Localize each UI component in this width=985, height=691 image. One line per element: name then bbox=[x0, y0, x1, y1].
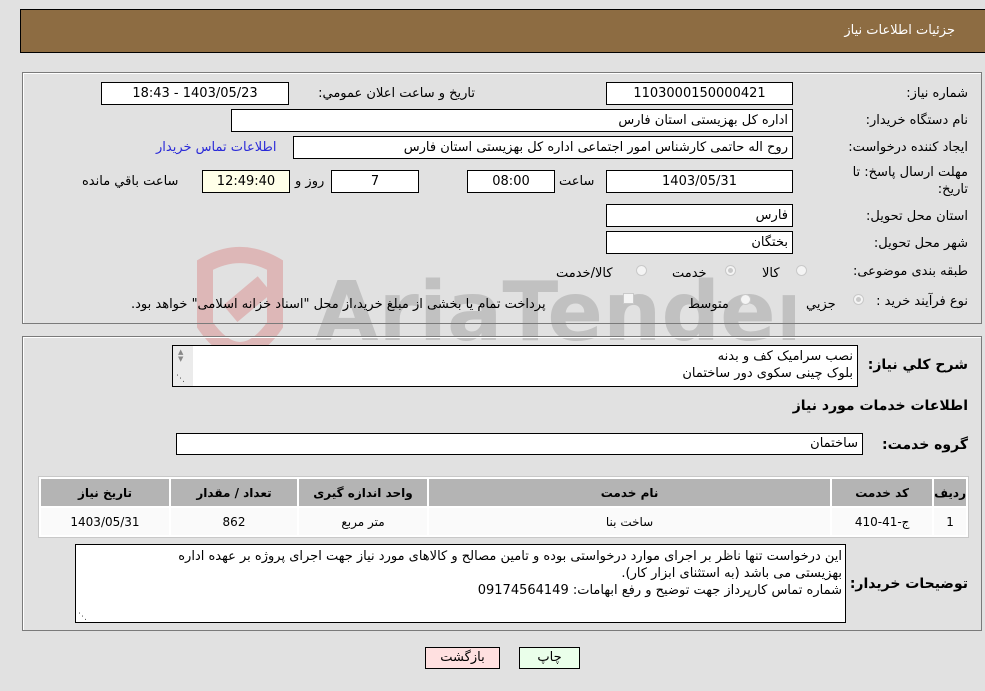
deadline-label: مهلت ارسال پاسخ: تا bbox=[852, 165, 968, 180]
scroll-up-down-icon: ▲ ▼ bbox=[178, 348, 184, 363]
delivery-city-label: شهر محل تحویل: bbox=[873, 236, 968, 251]
need-number-label: شماره نیاز: bbox=[906, 86, 968, 101]
cell-unit: متر مربع bbox=[299, 508, 427, 535]
deadline-time-field: 08:00 bbox=[467, 170, 555, 193]
table-row: 1 ج-41-410 ساخت بنا متر مربع 862 1403/05… bbox=[41, 508, 966, 535]
buyer-notes-textarea[interactable]: این درخواست تنها ناظر بر اجرای موارد درخ… bbox=[75, 544, 846, 623]
col-unit: واحد اندازه گیری bbox=[299, 479, 427, 506]
announce-datetime-label: تاریخ و ساعت اعلان عمومي: bbox=[318, 86, 475, 101]
purchase-option-medium: متوسط bbox=[688, 297, 729, 312]
delivery-province-field: فارس bbox=[606, 204, 793, 227]
buyer-contact-link[interactable]: اطلاعات تماس خریدار bbox=[156, 140, 276, 155]
announce-datetime-field: 1403/05/23 - 18:43 bbox=[101, 82, 289, 105]
purchase-type-label: نوع فرآیند خرید : bbox=[876, 294, 968, 309]
cell-row-number: 1 bbox=[934, 508, 966, 535]
treasury-note: پرداخت تمام یا بخشی از مبلغ خرید،از محل … bbox=[131, 297, 546, 312]
buyer-notes-line: بهزیستی می باشد (به استثنای ابزار کار). bbox=[621, 566, 842, 581]
cell-service-name: ساخت بنا bbox=[429, 508, 831, 535]
treasury-checkbox[interactable] bbox=[623, 293, 634, 304]
time-remaining-label: ساعت باقي مانده bbox=[82, 174, 179, 189]
delivery-city-field: بختگان bbox=[606, 231, 793, 254]
buyer-org-field: اداره کل بهزیستی استان فارس bbox=[231, 109, 793, 132]
buyer-org-label: نام دستگاه خریدار: bbox=[865, 113, 968, 128]
services-table-wrapper: ردیف کد خدمت نام خدمت واحد اندازه گیری ت… bbox=[38, 476, 969, 538]
service-group-field: ساختمان bbox=[176, 433, 863, 455]
description-label: شرح کلي نیاز: bbox=[867, 357, 968, 373]
buyer-notes-line: این درخواست تنها ناظر بر اجرای موارد درخ… bbox=[178, 549, 842, 564]
col-service-code: کد خدمت bbox=[832, 479, 933, 506]
description-textarea[interactable]: ▲ ▼ ⋰ نصب سرامیک کف و بدنه بلوک چینی سکوی… bbox=[172, 345, 858, 387]
purchase-option-minor: جزیي bbox=[806, 297, 836, 312]
category-radio-goods-service[interactable] bbox=[636, 265, 647, 276]
resize-grip-icon[interactable]: ⋰ bbox=[78, 612, 87, 622]
days-label: روز و bbox=[295, 174, 325, 189]
time-remaining-field: 12:49:40 bbox=[202, 170, 290, 193]
back-button[interactable]: بازگشت bbox=[425, 647, 500, 669]
requester-label: ایجاد کننده درخواست: bbox=[848, 140, 968, 155]
cell-quantity: 862 bbox=[171, 508, 297, 535]
buyer-notes-line: شماره تماس کارپرداز جهت توضیح و رفع ابها… bbox=[477, 583, 842, 598]
category-radio-service[interactable] bbox=[725, 265, 736, 276]
category-option-service: خدمت bbox=[672, 266, 707, 281]
deadline-time-label: ساعت bbox=[559, 174, 595, 189]
cell-need-date: 1403/05/31 bbox=[41, 508, 169, 535]
days-remaining-field: 7 bbox=[331, 170, 419, 193]
col-quantity: تعداد / مقدار bbox=[171, 479, 297, 506]
print-button[interactable]: چاپ bbox=[519, 647, 580, 669]
service-group-label: گروه خدمت: bbox=[882, 437, 968, 453]
description-line: نصب سرامیک کف و بدنه bbox=[717, 349, 853, 364]
category-option-goods: کالا bbox=[762, 266, 780, 281]
category-label: طبقه بندی موضوعی: bbox=[852, 264, 968, 279]
textarea-scrollbar[interactable]: ▲ ▼ ⋰ bbox=[173, 346, 193, 386]
description-line: بلوک چینی سکوی دور ساختمان bbox=[682, 366, 853, 381]
delivery-province-label: استان محل تحویل: bbox=[866, 209, 968, 224]
resize-grip-icon[interactable]: ⋰ bbox=[176, 374, 185, 384]
table-header-row: ردیف کد خدمت نام خدمت واحد اندازه گیری ت… bbox=[41, 479, 966, 506]
col-row-number: ردیف bbox=[934, 479, 966, 506]
deadline-date-field: 1403/05/31 bbox=[606, 170, 793, 193]
buyer-notes-label: توضیحات خریدار: bbox=[849, 576, 968, 592]
purchase-radio-medium[interactable] bbox=[740, 294, 751, 305]
services-table: ردیف کد خدمت نام خدمت واحد اندازه گیری ت… bbox=[39, 477, 968, 537]
purchase-radio-minor[interactable] bbox=[853, 294, 864, 305]
cell-service-code: ج-41-410 bbox=[832, 508, 933, 535]
category-option-goods-service: کالا/خدمت bbox=[556, 266, 613, 281]
requester-field: روح اله حاتمی کارشناس امور اجتماعی اداره… bbox=[293, 136, 793, 159]
category-radio-goods[interactable] bbox=[796, 265, 807, 276]
col-service-name: نام خدمت bbox=[429, 479, 831, 506]
page-title: جزئیات اطلاعات نیاز bbox=[844, 23, 955, 38]
page-header: جزئیات اطلاعات نیاز bbox=[20, 9, 985, 53]
need-number-field: 1103000150000421 bbox=[606, 82, 793, 105]
services-section-title: اطلاعات خدمات مورد نیاز bbox=[792, 398, 968, 414]
col-need-date: تاریخ نیاز bbox=[41, 479, 169, 506]
deadline-label-date: تاریخ: bbox=[937, 182, 968, 197]
